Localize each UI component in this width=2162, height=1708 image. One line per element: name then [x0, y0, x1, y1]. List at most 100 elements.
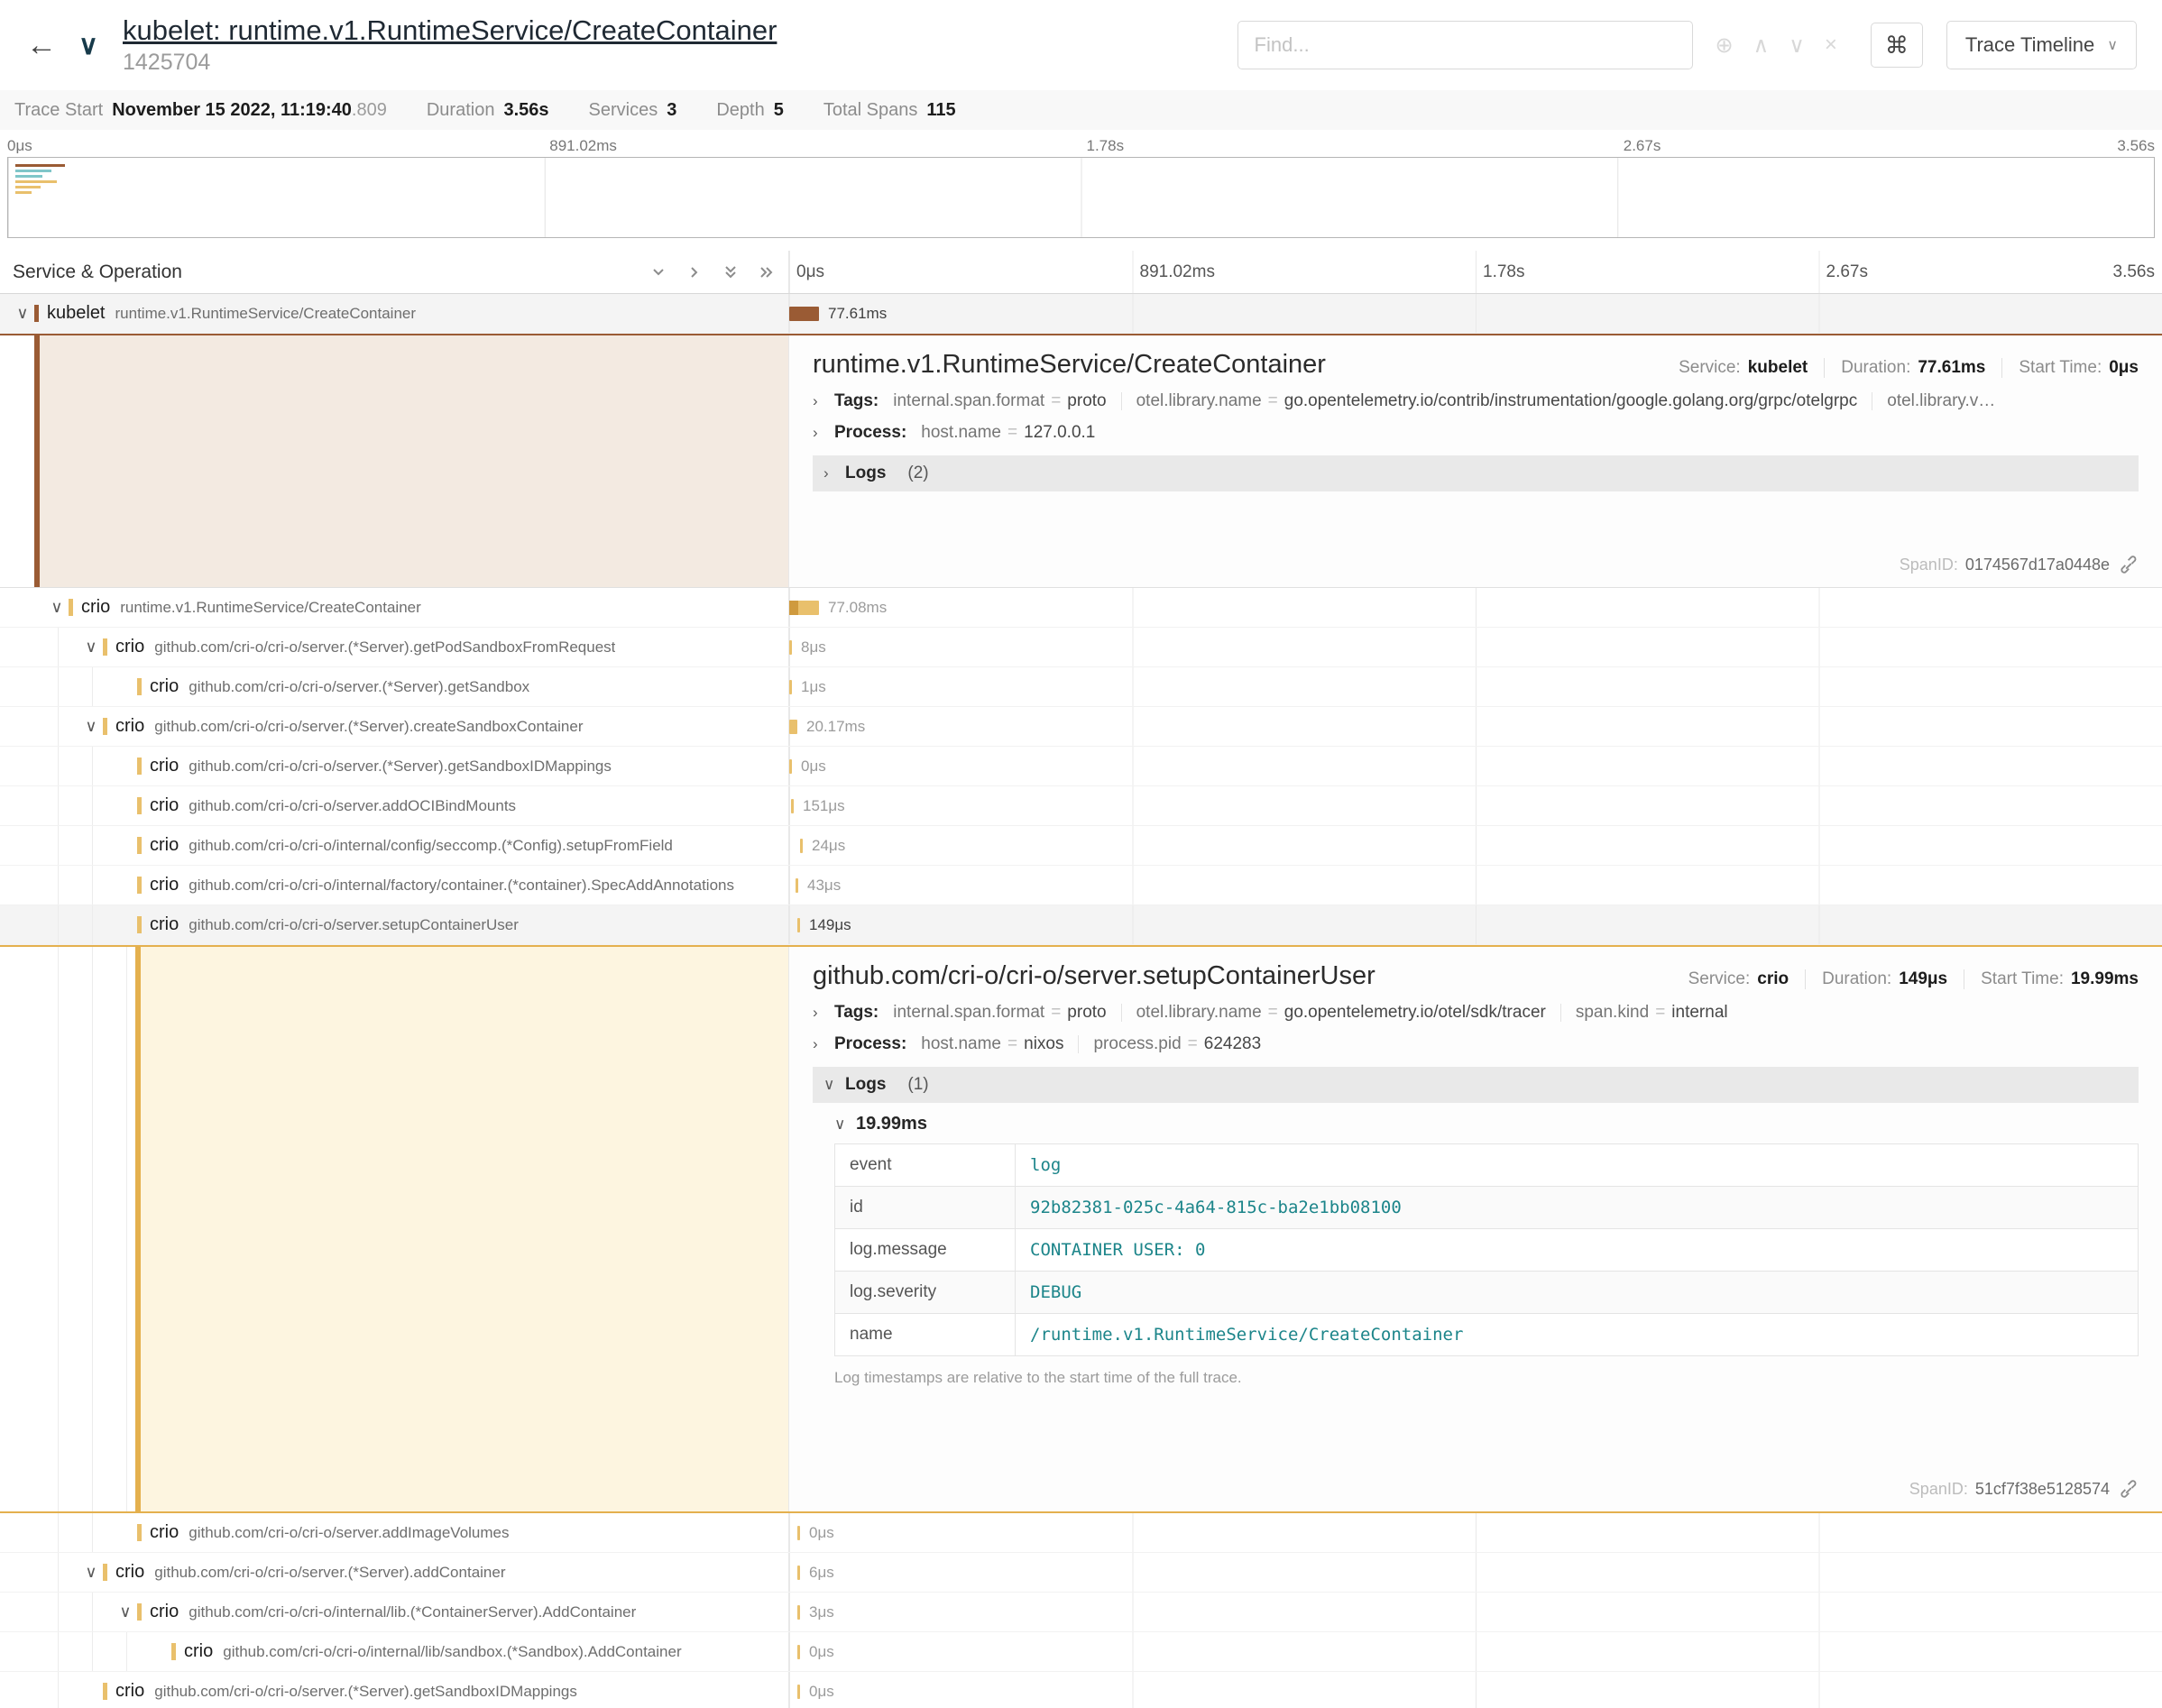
span-duration: 151μs: [803, 797, 845, 815]
trace-view-selector[interactable]: Trace Timeline ∨: [1946, 21, 2137, 69]
expand-one-icon[interactable]: [685, 263, 704, 281]
span-bar[interactable]: [797, 1605, 800, 1620]
process-accordion[interactable]: › Process: host.name=127.0.0.1: [813, 423, 2139, 443]
span-color-tick: [137, 758, 142, 775]
span-row[interactable]: crio github.com/cri-o/cri-o/server.addIm…: [0, 1513, 2162, 1553]
span-row[interactable]: ∨ crio runtime.v1.RuntimeService/CreateC…: [0, 588, 2162, 628]
logs-accordion[interactable]: ∨ Logs (1): [813, 1067, 2139, 1103]
span-bar[interactable]: [791, 799, 794, 813]
span-duration: 149μs: [809, 916, 851, 934]
find-prev-icon[interactable]: ∧: [1743, 32, 1780, 59]
span-bar[interactable]: [789, 640, 792, 655]
chevron-down-icon: ∨: [823, 1076, 845, 1094]
span-duration: 20.17ms: [806, 718, 865, 736]
trace-title-link[interactable]: kubelet: runtime.v1.RuntimeService/Creat…: [123, 14, 777, 47]
minimap-span: [15, 186, 41, 188]
trace-header-collapse-button[interactable]: ∨: [65, 30, 112, 61]
span-bar[interactable]: [797, 1685, 800, 1699]
span-color-tick: [69, 599, 73, 616]
span-row[interactable]: crio github.com/cri-o/cri-o/internal/fac…: [0, 866, 2162, 905]
collapse-chevron-icon[interactable]: ∨: [45, 598, 69, 617]
collapse-one-icon[interactable]: [649, 263, 667, 281]
span-bar[interactable]: [797, 1645, 800, 1659]
span-row[interactable]: crio github.com/cri-o/cri-o/server.(*Ser…: [0, 1672, 2162, 1708]
span-bar[interactable]: [789, 307, 819, 321]
service-name: crio: [115, 637, 144, 657]
span-row[interactable]: ∨ crio github.com/cri-o/cri-o/server.(*S…: [0, 1553, 2162, 1593]
minimap-span: [15, 175, 42, 178]
span-duration: 24μs: [812, 837, 845, 855]
log-entry-toggle[interactable]: ∨ 19.99ms: [834, 1114, 2139, 1134]
span-row[interactable]: ∨ crio github.com/cri-o/cri-o/internal/l…: [0, 1593, 2162, 1632]
span-bar[interactable]: [789, 680, 792, 694]
trace-services: Services 3: [589, 100, 677, 121]
minimap-span: [15, 180, 57, 183]
operation-name: github.com/cri-o/cri-o/server.(*Server).…: [189, 678, 529, 696]
deep-link-icon[interactable]: [2119, 1479, 2139, 1499]
span-bar[interactable]: [796, 878, 798, 893]
service-name: crio: [150, 795, 179, 816]
find-next-icon[interactable]: ∨: [1779, 32, 1815, 59]
span-duration: 3μs: [809, 1603, 834, 1621]
log-note: Log timestamps are relative to the start…: [834, 1369, 2139, 1387]
span-bar[interactable]: [789, 601, 819, 615]
operation-name: github.com/cri-o/cri-o/server.(*Server).…: [154, 1564, 505, 1582]
span-detail-kubelet: runtime.v1.RuntimeService/CreateContaine…: [0, 334, 2162, 588]
span-row[interactable]: crio github.com/cri-o/cri-o/server.setup…: [0, 905, 2162, 945]
logs-accordion[interactable]: › Logs (2): [813, 455, 2139, 491]
span-duration: 8μs: [801, 638, 826, 657]
command-icon: ⌘: [1885, 32, 1909, 59]
span-row[interactable]: ∨ crio github.com/cri-o/cri-o/server.(*S…: [0, 707, 2162, 747]
tags-accordion[interactable]: › Tags: internal.span.format=proto otel.…: [813, 1003, 2139, 1023]
collapse-chevron-icon[interactable]: ∨: [79, 638, 103, 657]
span-duration: 0μs: [809, 1643, 834, 1661]
collapse-chevron-icon[interactable]: ∨: [11, 304, 34, 323]
process-accordion[interactable]: › Process: host.name=nixos process.pid=6…: [813, 1034, 2139, 1054]
span-bar[interactable]: [789, 759, 792, 774]
trace-view-label: Trace Timeline: [1965, 33, 2094, 57]
span-color-tick: [103, 638, 107, 656]
back-button[interactable]: ←: [18, 28, 65, 63]
span-detail-crio: github.com/cri-o/cri-o/server.setupConta…: [0, 945, 2162, 1513]
log-timestamp: 19.99ms: [856, 1114, 927, 1134]
keyboard-shortcuts-button[interactable]: ⌘: [1871, 23, 1923, 68]
trace-depth: Depth 5: [716, 100, 784, 121]
deep-link-icon[interactable]: [2119, 555, 2139, 574]
span-color-tick: [34, 305, 39, 322]
trace-start-millis: .809: [352, 100, 387, 121]
collapse-all-icon[interactable]: [722, 263, 740, 281]
span-color-tick: [171, 1643, 176, 1660]
tags-accordion[interactable]: › Tags: internal.span.format=proto otel.…: [813, 391, 2139, 411]
minimap-canvas[interactable]: [7, 157, 2155, 238]
span-row[interactable]: crio github.com/cri-o/cri-o/internal/lib…: [0, 1632, 2162, 1672]
collapse-chevron-icon[interactable]: ∨: [79, 717, 103, 736]
locate-span-icon[interactable]: ⊕: [1706, 32, 1743, 59]
chevron-down-icon: ∨: [2107, 36, 2118, 54]
span-id: 51cf7f38e5128574: [1975, 1480, 2110, 1499]
span-row[interactable]: ∨ crio github.com/cri-o/cri-o/server.(*S…: [0, 628, 2162, 667]
span-row[interactable]: crio github.com/cri-o/cri-o/server.addOC…: [0, 786, 2162, 826]
service-name: crio: [184, 1641, 213, 1662]
trace-total-spans: Total Spans 115: [823, 100, 956, 121]
find-input[interactable]: [1237, 21, 1693, 69]
span-bar[interactable]: [789, 720, 797, 734]
span-bar[interactable]: [797, 918, 800, 932]
back-arrow-icon: ←: [26, 28, 57, 62]
expand-all-icon[interactable]: [758, 263, 776, 281]
find-clear-icon[interactable]: ×: [1815, 32, 1847, 58]
trace-minimap: 0μs 891.02ms 1.78s 2.67s 3.56s: [0, 130, 2162, 251]
operation-name: github.com/cri-o/cri-o/server.(*Server).…: [154, 1683, 577, 1701]
detail-start-time: 0μs: [2109, 358, 2139, 378]
span-bar[interactable]: [800, 839, 803, 853]
span-row[interactable]: ∨ kubelet runtime.v1.RuntimeService/Crea…: [0, 294, 2162, 334]
span-bar[interactable]: [797, 1566, 800, 1580]
span-bar[interactable]: [797, 1526, 800, 1540]
span-row[interactable]: crio github.com/cri-o/cri-o/server.(*Ser…: [0, 667, 2162, 707]
collapse-chevron-icon[interactable]: ∨: [79, 1563, 103, 1582]
span-row[interactable]: crio github.com/cri-o/cri-o/server.(*Ser…: [0, 747, 2162, 786]
span-color-tick: [103, 1683, 107, 1700]
span-duration: 77.61ms: [828, 305, 887, 323]
operation-name: github.com/cri-o/cri-o/internal/config/s…: [189, 837, 673, 855]
collapse-chevron-icon[interactable]: ∨: [114, 1602, 137, 1621]
span-row[interactable]: crio github.com/cri-o/cri-o/internal/con…: [0, 826, 2162, 866]
